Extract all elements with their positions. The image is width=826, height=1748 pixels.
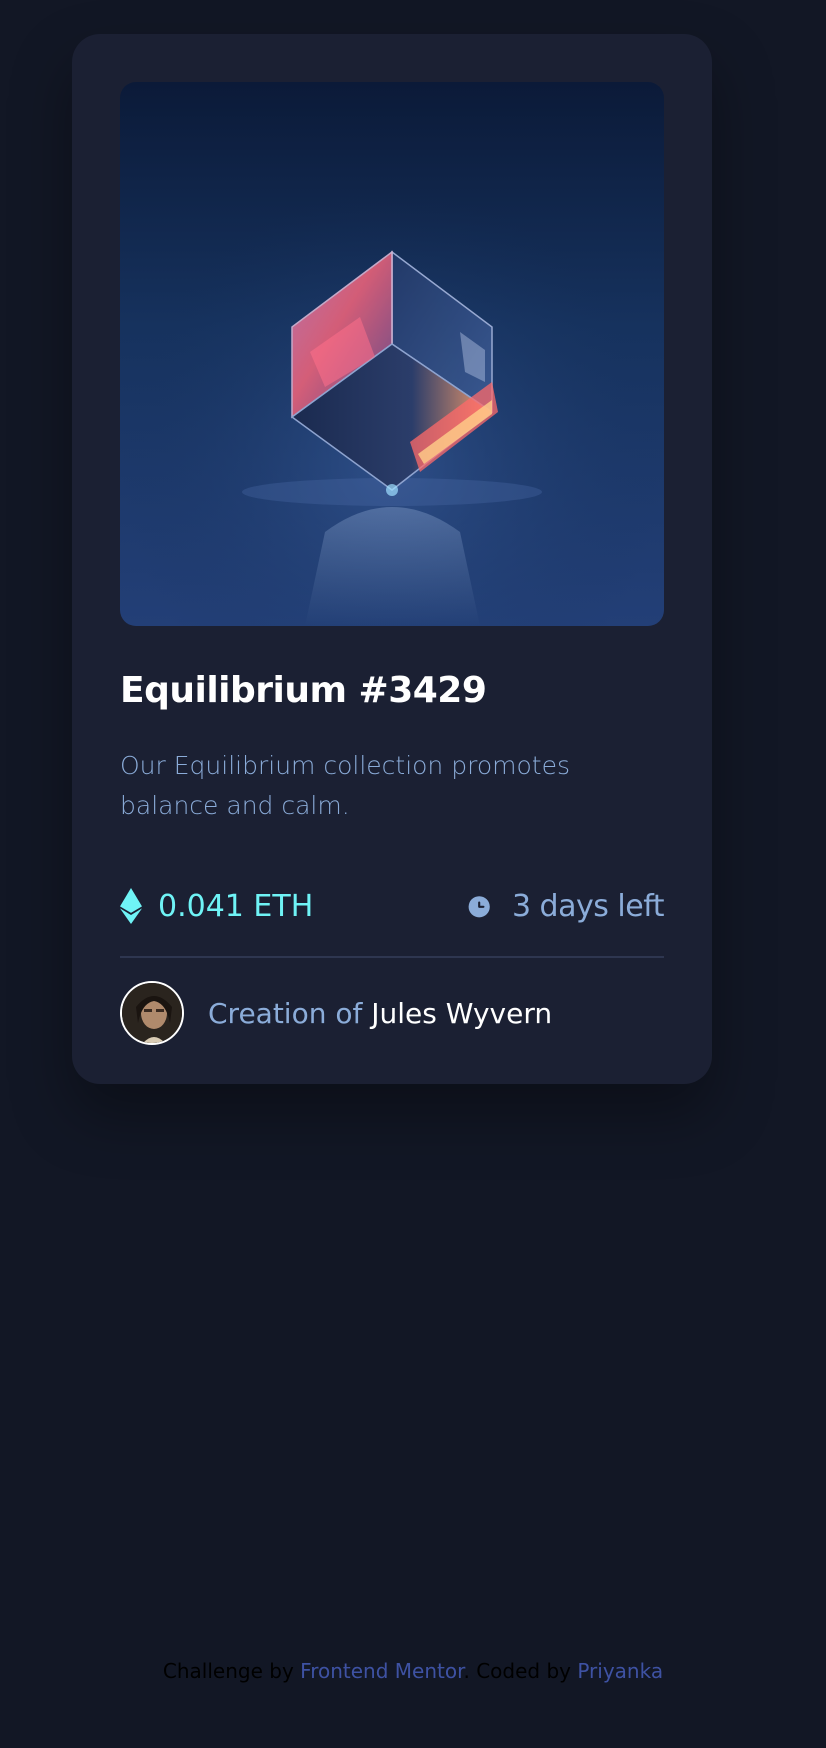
creator-name-link[interactable]: Jules Wyvern xyxy=(371,997,552,1030)
card-meta: 0.041 ETH 3 days left xyxy=(120,886,665,926)
creator-text: Creation of Jules Wyvern xyxy=(208,997,552,1030)
price-value: 0.041 ETH xyxy=(158,888,314,924)
ethereum-icon xyxy=(120,888,142,924)
creator-prefix: Creation of xyxy=(208,996,363,1030)
clock-icon xyxy=(468,895,490,917)
equilibrium-image[interactable] xyxy=(120,82,664,626)
price: 0.041 ETH xyxy=(120,886,313,926)
frontend-mentor-link[interactable]: Frontend Mentor xyxy=(300,1659,463,1683)
avatar xyxy=(120,981,184,1045)
divider xyxy=(120,956,664,958)
author-link[interactable]: Priyanka xyxy=(577,1659,663,1683)
creator: Creation of Jules Wyvern xyxy=(120,981,552,1045)
nft-card: Equilibrium #3429 Our Equilibrium collec… xyxy=(72,34,712,1084)
time-remaining: 3 days left xyxy=(466,886,665,926)
card-title[interactable]: Equilibrium #3429 xyxy=(120,670,487,711)
attribution-coded-text: . Coded by xyxy=(463,1659,571,1683)
attribution-challenge-text: Challenge by xyxy=(162,1659,294,1683)
cube-illustration xyxy=(120,82,664,626)
attribution: Challenge by Frontend Mentor. Coded by P… xyxy=(0,1659,826,1683)
card-description: Our Equilibrium collection promotes bala… xyxy=(120,751,570,820)
time-value: 3 days left xyxy=(511,888,665,924)
